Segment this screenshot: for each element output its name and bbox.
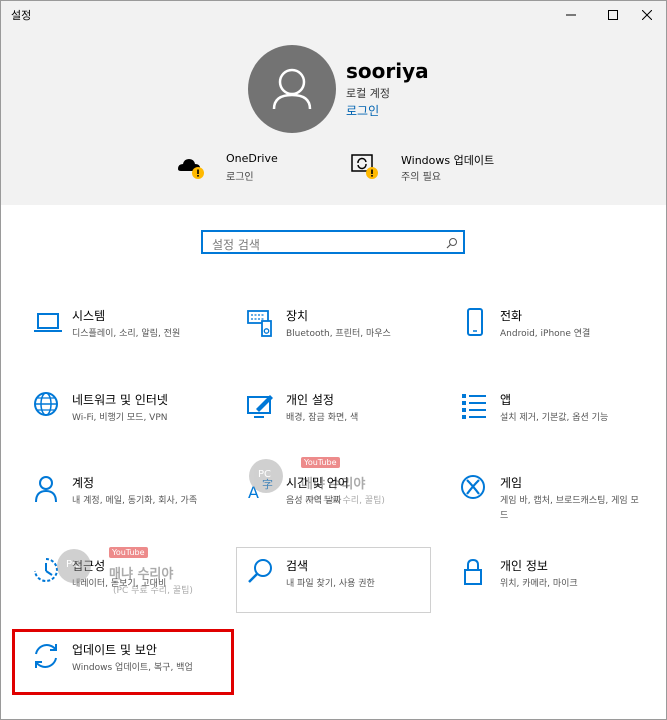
windows-update-icon	[351, 154, 378, 179]
watermark-youtube-badge: YouTube	[301, 457, 340, 468]
category-title: 검색	[286, 559, 309, 573]
category-title: 개인 설정	[286, 393, 334, 407]
watermark: PC YouTube 매냐 수리야 (PC 무료 수리, 꿀팁)	[57, 545, 207, 605]
category-title: 계정	[72, 476, 95, 490]
windows-update-subtitle: 주의 필요	[401, 172, 441, 183]
watermark-subtitle: (PC 무료 수리, 꿀팁)	[113, 586, 193, 596]
watermark-logo: PC	[57, 549, 91, 583]
window-title: 설정	[11, 9, 32, 22]
settings-window: 설정 sooriya 로컬 계정 로그인 OneDrive 로그인 Window…	[0, 0, 667, 720]
category-search[interactable]: 검색 내 파일 찾기, 사용 권한	[246, 557, 416, 597]
account-name: sooriya	[346, 59, 429, 83]
xbox-icon	[461, 475, 485, 499]
status-onedrive[interactable]: OneDrive 로그인	[174, 149, 284, 183]
close-button[interactable]	[628, 1, 666, 29]
category-title: 전화	[500, 309, 523, 323]
watermark-logo: PC	[249, 459, 283, 493]
magnifier-icon[interactable]	[446, 237, 458, 249]
lock-icon	[464, 558, 482, 585]
status-windows-update[interactable]: Windows 업데이트 주의 필요	[349, 149, 509, 183]
onedrive-subtitle: 로그인	[226, 172, 254, 183]
watermark-logo-text: PC	[66, 559, 80, 570]
category-subtitle: Android, iPhone 연결	[500, 329, 591, 339]
category-title: 시스템	[72, 309, 106, 323]
highlight-box	[12, 629, 234, 695]
category-subtitle: 게임 바, 캡처, 브로드캐스팅, 게임 모드	[500, 496, 639, 521]
signin-link[interactable]: 로그인	[346, 102, 379, 119]
windows-update-title: Windows 업데이트	[401, 154, 495, 167]
category-network[interactable]: 네트워크 및 인터넷 Wi-Fi, 비행기 모드, VPN	[32, 391, 202, 431]
category-subtitle: 설치 제거, 기본값, 옵션 기능	[500, 413, 609, 423]
maximize-icon	[608, 10, 618, 20]
category-apps[interactable]: 앱 설치 제거, 기본값, 옵션 기능	[460, 391, 635, 431]
watermark-brand: 매냐 수리야	[301, 477, 366, 492]
category-subtitle: 위치, 카메라, 마이크	[500, 579, 578, 589]
category-subtitle: 디스플레이, 소리, 알림, 전원	[72, 329, 181, 339]
category-subtitle: 내 파일 찾기, 사용 권한	[286, 579, 375, 589]
category-title: 앱	[500, 393, 512, 407]
category-subtitle: 배경, 잠금 화면, 색	[286, 413, 359, 423]
devices-icon	[247, 310, 272, 337]
title-bar: 설정	[1, 1, 666, 29]
category-subtitle: Bluetooth, 프린터, 마우스	[286, 329, 391, 339]
watermark-logo-text: PC	[258, 469, 272, 480]
settings-search-box[interactable]: 설정 검색	[201, 230, 465, 254]
laptop-icon	[34, 313, 62, 332]
user-avatar-icon	[272, 68, 312, 110]
minimize-icon	[566, 14, 576, 16]
watermark: PC YouTube 매냐 수리야 (PC 무료 수리, 꿀팁)	[249, 455, 399, 515]
person-icon	[35, 476, 57, 503]
category-title: 네트워크 및 인터넷	[72, 393, 168, 407]
category-system[interactable]: 시스템 디스플레이, 소리, 알림, 전원	[32, 307, 202, 347]
minimize-button[interactable]	[552, 1, 590, 29]
category-title: 게임	[500, 476, 523, 490]
category-phone[interactable]: 전화 Android, iPhone 연결	[460, 307, 630, 347]
category-subtitle: Wi-Fi, 비행기 모드, VPN	[72, 413, 168, 423]
category-title: 개인 정보	[500, 559, 548, 573]
account-header: sooriya 로컬 계정 로그인 OneDrive 로그인 Windows 업…	[1, 29, 666, 205]
account-type: 로컬 계정	[346, 87, 390, 100]
onedrive-title: OneDrive	[226, 152, 278, 165]
watermark-youtube-badge: YouTube	[109, 547, 148, 558]
apps-icon	[462, 394, 486, 419]
category-title: 장치	[286, 309, 309, 323]
category-personalization[interactable]: 개인 설정 배경, 잠금 화면, 색	[246, 391, 416, 431]
phone-icon	[467, 308, 483, 336]
personalization-icon	[247, 395, 273, 418]
category-devices[interactable]: 장치 Bluetooth, 프린터, 마우스	[246, 307, 416, 347]
category-privacy[interactable]: 개인 정보 위치, 카메라, 마이크	[460, 557, 630, 597]
watermark-subtitle: (PC 무료 수리, 꿀팁)	[305, 496, 385, 506]
search-placeholder: 설정 검색	[212, 238, 260, 252]
search-icon	[248, 559, 272, 583]
maximize-button[interactable]	[594, 1, 632, 29]
category-gaming[interactable]: 게임 게임 바, 캡처, 브로드캐스팅, 게임 모드	[460, 474, 639, 524]
onedrive-icon	[178, 159, 204, 179]
close-icon	[642, 10, 652, 20]
watermark-brand: 매냐 수리야	[109, 567, 174, 582]
avatar[interactable]	[248, 45, 336, 133]
category-accounts[interactable]: 계정 내 계정, 메일, 동기화, 회사, 가족	[32, 474, 202, 524]
globe-icon	[34, 392, 58, 416]
category-subtitle: 내 계정, 메일, 동기화, 회사, 가족	[72, 496, 198, 506]
